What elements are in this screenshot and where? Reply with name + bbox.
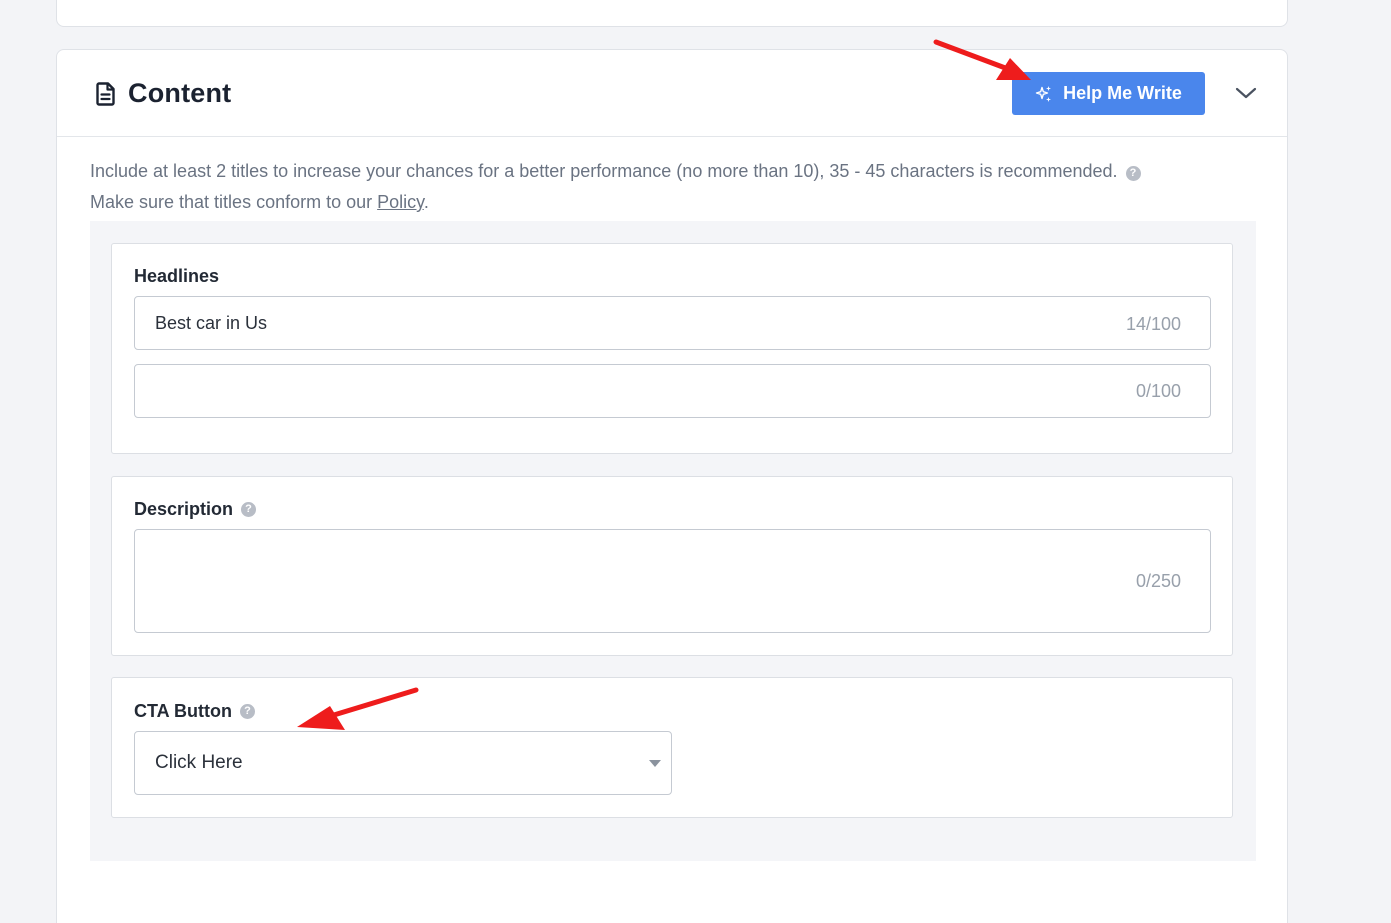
description-card: Description ? 0/250 [111,476,1233,656]
cta-card: CTA Button ? Click Here [111,677,1233,818]
headlines-card: Headlines Best car in Us 14/100 0/100 [111,243,1233,454]
caret-down-icon [649,760,661,767]
sparkle-icon [1035,85,1052,102]
intro-text: Include at least 2 titles to increase yo… [90,156,1250,218]
cta-label: CTA Button [134,701,232,721]
previous-section-card [56,0,1288,27]
description-label: Description [134,499,234,519]
cta-selected-value: Click Here [155,752,243,773]
cta-select[interactable]: Click Here [134,731,672,795]
help-me-write-button[interactable]: Help Me Write [1012,72,1205,115]
intro-line-1: Include at least 2 titles to increase yo… [90,156,1250,187]
section-title-group: Content [94,78,231,109]
headline-input-1[interactable]: Best car in Us 14/100 [134,296,1211,350]
help-me-write-label: Help Me Write [1063,83,1182,103]
cta-label-group: CTA Button ? [134,701,255,722]
policy-link[interactable]: Policy [377,192,424,212]
question-icon[interactable]: ? [239,704,255,719]
fields-panel: Headlines Best car in Us 14/100 0/100 De… [90,221,1256,861]
document-icon [96,81,115,106]
chevron-down-icon [1235,87,1257,99]
description-counter: 0/250 [1135,571,1181,591]
headline-input-2[interactable]: 0/100 [134,364,1211,418]
section-title: Content [128,78,232,108]
question-icon[interactable]: ? [1125,166,1141,181]
content-section-card: Content Help Me Write Include at least 2… [56,49,1288,923]
headline-input-2-counter: 0/100 [1135,381,1181,401]
headline-input-1-value: Best car in Us [155,313,268,333]
intro-line-2: Make sure that titles conform to our Pol… [90,192,429,212]
headline-input-1-counter: 14/100 [1125,314,1181,334]
collapse-toggle[interactable] [1233,78,1259,108]
question-icon[interactable]: ? [241,502,257,517]
description-textarea[interactable]: 0/250 [134,529,1211,633]
description-label-group: Description ? [134,499,257,520]
section-header: Content Help Me Write [57,50,1287,137]
page: Content Help Me Write Include at least 2… [0,0,1391,923]
headlines-label: Headlines [134,266,220,286]
